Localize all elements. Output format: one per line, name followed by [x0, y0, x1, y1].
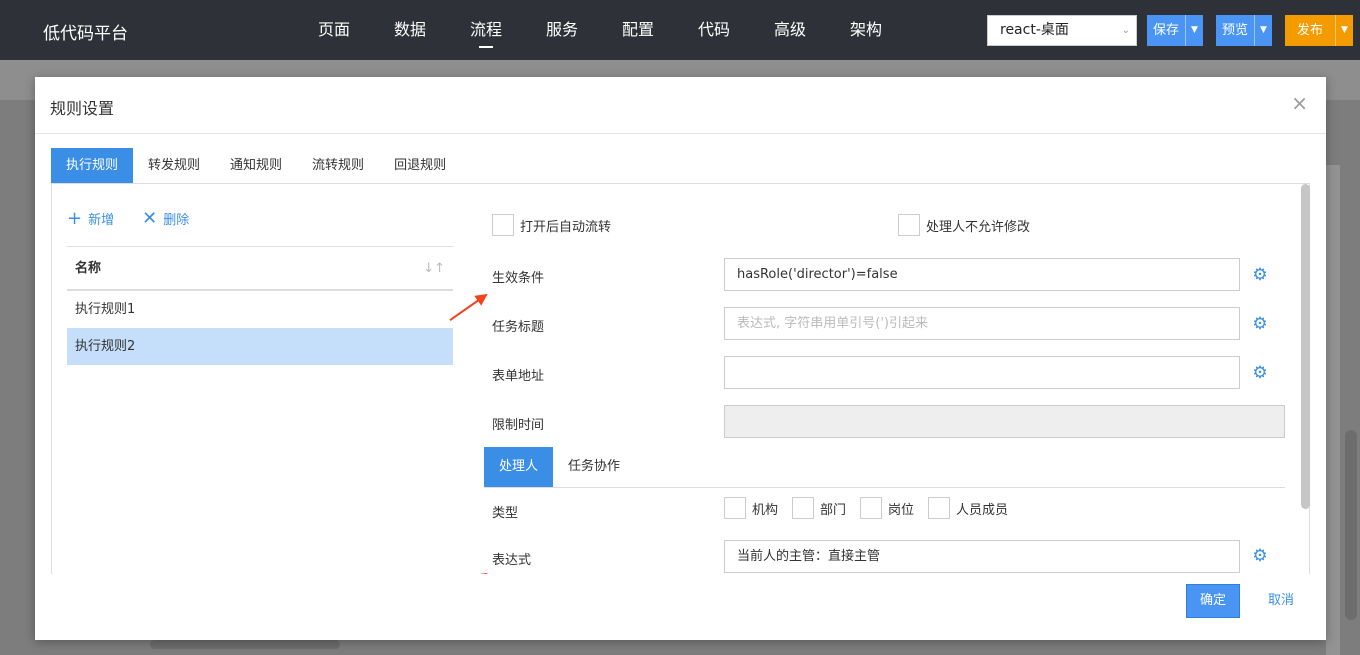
- save-split-button: 保存 ▼: [1147, 15, 1204, 46]
- expression-input[interactable]: 当前人的主管：直接主管: [724, 540, 1240, 573]
- tab-content: + 新增 ✕ 删除 名称 ↓↑ 执行规则1 执行规则2 打开后自动流转 处理人不…: [51, 184, 1310, 574]
- publish-split-button: 发布 ▼: [1285, 15, 1354, 46]
- plus-icon: +: [67, 207, 83, 229]
- type-option-post: 岗位: [860, 497, 914, 519]
- main-nav: 页面 数据 流程 服务 配置 代码 高级 架构: [296, 0, 904, 60]
- delete-label: 删除: [163, 213, 190, 228]
- rule-tabs: 执行规则 转发规则 通知规则 流转规则 回退规则: [51, 148, 461, 184]
- auto-flow-option: 打开后自动流转: [492, 214, 611, 236]
- type-option-member: 人员成员: [928, 497, 1008, 519]
- delete-button[interactable]: ✕ 删除: [142, 209, 189, 228]
- type-org-checkbox[interactable]: [724, 497, 746, 519]
- nav-item-pages[interactable]: 页面: [296, 0, 372, 60]
- modal-header: 规则设置 ×: [35, 77, 1326, 134]
- type-option-dept: 部门: [792, 497, 846, 519]
- add-button[interactable]: + 新增: [67, 209, 114, 228]
- preview-button[interactable]: 预览: [1216, 15, 1255, 46]
- background-panel: [1326, 165, 1340, 655]
- form-url-input[interactable]: [724, 356, 1240, 389]
- time-limit-label: 限制时间: [492, 418, 545, 433]
- expression-label: 表达式: [492, 553, 532, 568]
- nav-item-advanced[interactable]: 高级: [752, 0, 828, 60]
- list-item[interactable]: 执行规则2: [67, 328, 453, 365]
- env-select[interactable]: react-桌面 ⌄: [987, 15, 1137, 46]
- rule-settings-modal: 规则设置 × 执行规则 转发规则 通知规则 流转规则 回退规则 + 新增 ✕ 删…: [35, 77, 1326, 640]
- sub-tabs-divider: [484, 487, 1285, 488]
- gear-icon[interactable]: ⚙: [1251, 266, 1269, 284]
- nav-item-service[interactable]: 服务: [524, 0, 600, 60]
- nav-item-config[interactable]: 配置: [600, 0, 676, 60]
- condition-label: 生效条件: [492, 271, 545, 286]
- preview-split-button: 预览 ▼: [1216, 15, 1273, 46]
- close-icon: ✕: [142, 207, 158, 229]
- rule-list: 名称 ↓↑ 执行规则1 执行规则2: [67, 246, 453, 365]
- tab-rollback-rule[interactable]: 回退规则: [379, 148, 461, 184]
- task-title-placeholder: 表达式, 字符串用单引号(')引起来: [737, 316, 928, 331]
- type-post-checkbox[interactable]: [860, 497, 883, 519]
- type-label: 类型: [492, 506, 519, 521]
- modal-title: 规则设置: [50, 99, 115, 118]
- handler-tabs: 处理人 任务协作: [484, 447, 635, 487]
- save-button[interactable]: 保存: [1147, 15, 1186, 46]
- close-icon[interactable]: ×: [1291, 91, 1308, 115]
- no-modify-checkbox[interactable]: [898, 214, 920, 236]
- form-url-label: 表单地址: [492, 369, 545, 384]
- gear-icon[interactable]: ⚙: [1251, 364, 1269, 382]
- add-label: 新增: [88, 213, 115, 228]
- top-bar: 低代码平台 页面 数据 流程 服务 配置 代码 高级 架构 react-桌面 ⌄…: [0, 0, 1360, 60]
- chevron-down-icon: ⌄: [1121, 25, 1130, 36]
- brand-title: 低代码平台: [43, 24, 128, 44]
- no-modify-label: 处理人不允许修改: [926, 219, 1031, 235]
- task-title-input[interactable]: 表达式, 字符串用单引号(')引起来: [724, 307, 1240, 340]
- nav-item-data[interactable]: 数据: [372, 0, 448, 60]
- task-title-label: 任务标题: [492, 320, 545, 335]
- column-header-name[interactable]: 名称 ↓↑: [67, 246, 453, 291]
- background-scrollbar: [1345, 430, 1357, 620]
- tab-handler[interactable]: 处理人: [484, 447, 554, 487]
- tab-task-collab[interactable]: 任务协作: [553, 447, 635, 487]
- no-modify-option: 处理人不允许修改: [898, 214, 1030, 236]
- tab-notify-rule[interactable]: 通知规则: [215, 148, 297, 184]
- condition-input[interactable]: hasRole('director')=false: [724, 258, 1240, 291]
- publish-button[interactable]: 发布: [1285, 15, 1336, 46]
- env-select-value: react-桌面: [1000, 22, 1069, 38]
- type-dept-checkbox[interactable]: [792, 497, 815, 519]
- preview-dropdown-icon[interactable]: ▼: [1254, 15, 1273, 46]
- save-dropdown-icon[interactable]: ▼: [1185, 15, 1204, 46]
- nav-item-code[interactable]: 代码: [676, 0, 752, 60]
- cancel-button[interactable]: 取消: [1268, 584, 1294, 618]
- auto-flow-label: 打开后自动流转: [520, 219, 612, 235]
- type-option-org: 机构: [724, 497, 778, 519]
- gear-icon[interactable]: ⚙: [1251, 315, 1269, 333]
- tab-transfer-rule[interactable]: 流转规则: [297, 148, 379, 184]
- nav-item-flow[interactable]: 流程: [448, 0, 524, 60]
- sort-icon[interactable]: ↓↑: [423, 247, 445, 291]
- auto-flow-checkbox[interactable]: [492, 214, 514, 236]
- list-item[interactable]: 执行规则1: [67, 291, 453, 328]
- background-hscrollbar: [150, 640, 340, 649]
- time-limit-input: [724, 405, 1285, 438]
- tab-execute-rule[interactable]: 执行规则: [51, 148, 134, 184]
- annotation-arrow: [449, 573, 487, 574]
- list-toolbar: + 新增 ✕ 删除: [67, 209, 217, 228]
- content-scrollbar[interactable]: [1301, 184, 1310, 509]
- tab-forward-rule[interactable]: 转发规则: [133, 148, 215, 184]
- publish-dropdown-icon[interactable]: ▼: [1335, 15, 1354, 46]
- annotation-arrow: [449, 294, 487, 322]
- type-member-checkbox[interactable]: [928, 497, 951, 519]
- gear-icon[interactable]: ⚙: [1251, 547, 1269, 565]
- type-options: 机构 部门 岗位 人员成员: [724, 497, 1022, 519]
- confirm-button[interactable]: 确定: [1186, 584, 1240, 618]
- nav-item-architecture[interactable]: 架构: [828, 0, 904, 60]
